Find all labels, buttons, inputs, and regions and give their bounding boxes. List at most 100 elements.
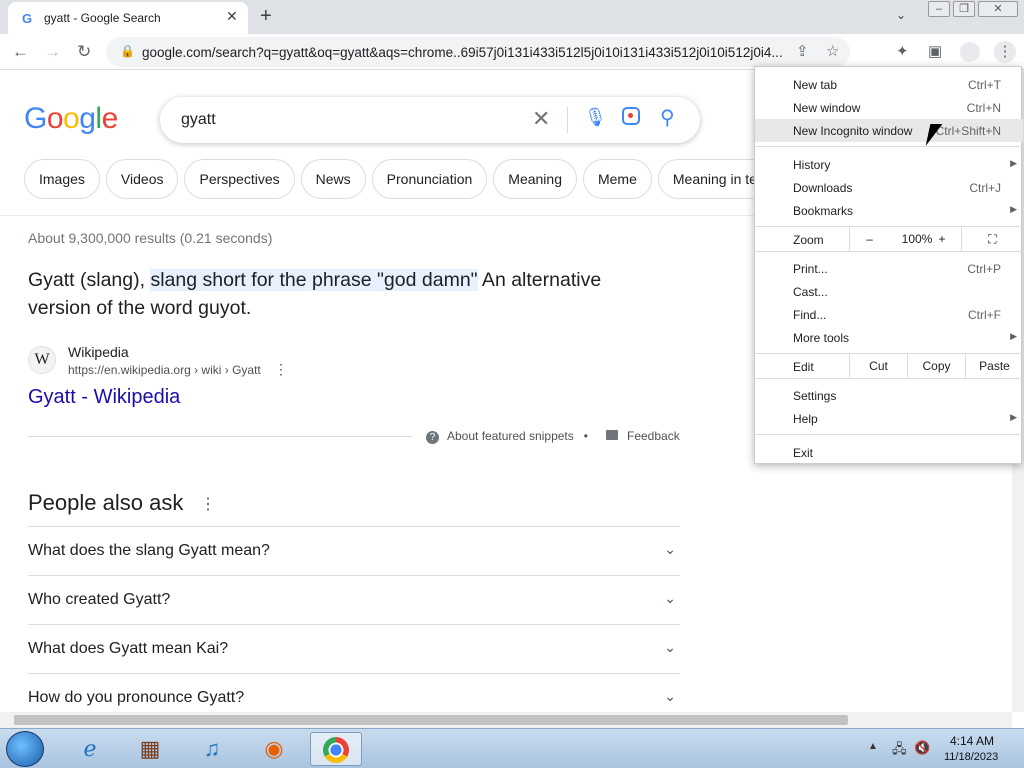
clock-date[interactable]: 11/18/2023	[944, 751, 998, 763]
zoom-in-button[interactable]: +	[927, 227, 957, 251]
menu-item-new-window[interactable]: New window Ctrl+N	[755, 96, 1023, 119]
zoom-out-button[interactable]: –	[849, 227, 889, 251]
menu-shortcut: Ctrl+F	[968, 308, 1001, 322]
paa-question-text: What does the slang Gyatt mean?	[28, 542, 270, 559]
menu-item-new-incognito-window[interactable]: New Incognito window Ctrl+Shift+N	[755, 119, 1023, 142]
microphone-icon[interactable]: 🎙	[584, 107, 607, 128]
chip-pronunciation[interactable]: Pronunciation	[371, 159, 488, 199]
fullscreen-icon[interactable]: ⛶	[961, 227, 1023, 251]
start-button[interactable]	[6, 731, 44, 767]
horizontal-scrollbar[interactable]	[0, 712, 1012, 728]
copy-button[interactable]: Copy	[907, 354, 965, 378]
chip-meaning[interactable]: Meaning	[493, 159, 577, 199]
menu-label: New window	[793, 101, 861, 115]
chip-videos[interactable]: Videos	[105, 159, 179, 199]
cut-button[interactable]: Cut	[849, 354, 907, 378]
url-text[interactable]: google.com/search?q=gyatt&oq=gyatt&aqs=c…	[142, 45, 783, 60]
chip-perspectives[interactable]: Perspectives	[184, 159, 295, 199]
paa-menu-icon[interactable]: ⋮	[200, 494, 216, 514]
search-box[interactable]: gyatt ✕ 🎙 ⚲	[160, 97, 700, 143]
chip-news[interactable]: News	[300, 159, 366, 199]
tab-google-search[interactable]: G gyatt - Google Search ✕	[8, 2, 248, 34]
paa-question-text: How do you pronounce Gyatt?	[28, 689, 245, 706]
logo-letter: o	[63, 102, 80, 135]
forward-arrow-icon[interactable]: →	[44, 42, 61, 62]
restore-button[interactable]: ❐	[953, 1, 975, 17]
paste-button[interactable]: Paste	[965, 354, 1023, 378]
source-url[interactable]: https://en.wikipedia.org › wiki › Gyatt	[68, 363, 261, 377]
tab-title: gyatt - Google Search	[44, 11, 161, 25]
paa-question[interactable]: What does the slang Gyatt mean? ⌄	[28, 526, 680, 575]
result-title-link[interactable]: Gyatt - Wikipedia	[28, 386, 180, 409]
chevron-down-icon: ⌄	[664, 590, 676, 606]
source-name[interactable]: Wikipedia	[68, 344, 129, 360]
menu-item-find[interactable]: Find... Ctrl+F	[755, 303, 1023, 326]
menu-item-cast[interactable]: Cast...	[755, 280, 1023, 303]
profile-avatar-icon[interactable]	[960, 42, 980, 62]
menu-item-new-tab[interactable]: New tab Ctrl+T	[755, 73, 1023, 96]
firefox-icon[interactable]: ◉	[252, 732, 296, 766]
media-player-icon[interactable]: ▦	[128, 732, 172, 766]
share-icon[interactable]: ⇪	[796, 42, 809, 60]
address-bar[interactable]: 🔒 google.com/search?q=gyatt&oq=gyatt&aqs…	[106, 37, 850, 67]
menu-label: Help	[793, 412, 818, 426]
network-icon[interactable]: 🖧	[892, 740, 907, 762]
header-divider	[0, 215, 760, 216]
chip-images[interactable]: Images	[24, 159, 100, 199]
logo-letter: g	[79, 102, 96, 135]
feedback-label: Feedback	[627, 429, 680, 443]
reload-icon[interactable]: ↻	[77, 42, 91, 62]
menu-item-downloads[interactable]: Downloads Ctrl+J	[755, 176, 1023, 199]
menu-item-history[interactable]: History ▶	[755, 153, 1023, 176]
close-window-button[interactable]: ✕	[978, 1, 1018, 17]
chip-meme[interactable]: Meme	[582, 159, 652, 199]
internet-explorer-icon[interactable]: ℯ	[68, 732, 112, 766]
paa-question[interactable]: Who created Gyatt? ⌄	[28, 575, 680, 624]
volume-muted-icon[interactable]: 🔇	[914, 740, 930, 756]
menu-separator	[755, 434, 1023, 435]
new-tab-button[interactable]: +	[260, 5, 272, 28]
paa-question[interactable]: How do you pronounce Gyatt? ⌄	[28, 673, 680, 712]
minimize-button[interactable]: –	[928, 1, 950, 17]
paa-question[interactable]: What does Gyatt mean Kai? ⌄	[28, 624, 680, 673]
clock-time[interactable]: 4:14 AM	[950, 734, 994, 748]
back-arrow-icon[interactable]: ←	[12, 42, 29, 62]
side-panel-icon[interactable]: ▣	[928, 42, 942, 60]
menu-label: Exit	[793, 446, 814, 460]
clear-icon[interactable]: ✕	[532, 106, 550, 132]
tab-strip: G gyatt - Google Search ✕ + ⌄ – ❐ ✕	[0, 0, 1024, 34]
show-hidden-icons-arrow-icon[interactable]: ▲	[868, 741, 878, 752]
search-input[interactable]: gyatt	[181, 111, 216, 129]
menu-separator	[755, 146, 1023, 147]
search-icon[interactable]: ⚲	[660, 105, 675, 130]
chrome-logo-icon	[323, 737, 349, 763]
menu-item-print[interactable]: Print... Ctrl+P	[755, 257, 1023, 280]
bookmark-star-icon[interactable]: ☆	[826, 42, 839, 60]
chrome-menu-kebab-icon[interactable]: ⋮	[994, 41, 1016, 63]
itunes-music-icon[interactable]: ♫	[190, 732, 234, 766]
about-featured-snippets[interactable]: ? About featured snippets •	[426, 429, 588, 444]
lock-icon[interactable]: 🔒	[120, 44, 135, 58]
menu-item-exit[interactable]: Exit	[755, 441, 1023, 464]
horizontal-scroll-thumb[interactable]	[14, 715, 848, 725]
menu-item-settings[interactable]: Settings	[755, 384, 1023, 407]
chrome-icon[interactable]	[310, 732, 362, 766]
people-also-ask-title: People also ask	[28, 490, 184, 515]
tab-close-icon[interactable]: ✕	[226, 8, 238, 25]
wikipedia-favicon-icon[interactable]: W	[28, 346, 56, 374]
tab-search-chevron-icon[interactable]: ⌄	[896, 8, 906, 22]
result-stats: About 9,300,000 results (0.21 seconds)	[28, 230, 273, 246]
menu-label: Find...	[793, 308, 827, 322]
menu-shortcut: Ctrl+N	[966, 101, 1001, 115]
about-featured-snippets-label: About featured snippets	[447, 429, 574, 443]
result-menu-icon[interactable]: ⋮	[274, 361, 288, 378]
menu-item-more-tools[interactable]: More tools ▶	[755, 326, 1023, 349]
google-lens-icon[interactable]	[622, 107, 640, 125]
menu-item-bookmarks[interactable]: Bookmarks ▶	[755, 199, 1023, 222]
menu-label: Zoom	[793, 233, 824, 247]
feedback-link[interactable]: Feedback	[606, 429, 680, 443]
google-logo[interactable]: Google	[24, 102, 118, 136]
filter-chips: Images Videos Perspectives News Pronunciatio…	[24, 159, 784, 199]
menu-item-help[interactable]: Help ▶	[755, 407, 1023, 430]
extensions-puzzle-icon[interactable]: ✦	[896, 42, 909, 60]
